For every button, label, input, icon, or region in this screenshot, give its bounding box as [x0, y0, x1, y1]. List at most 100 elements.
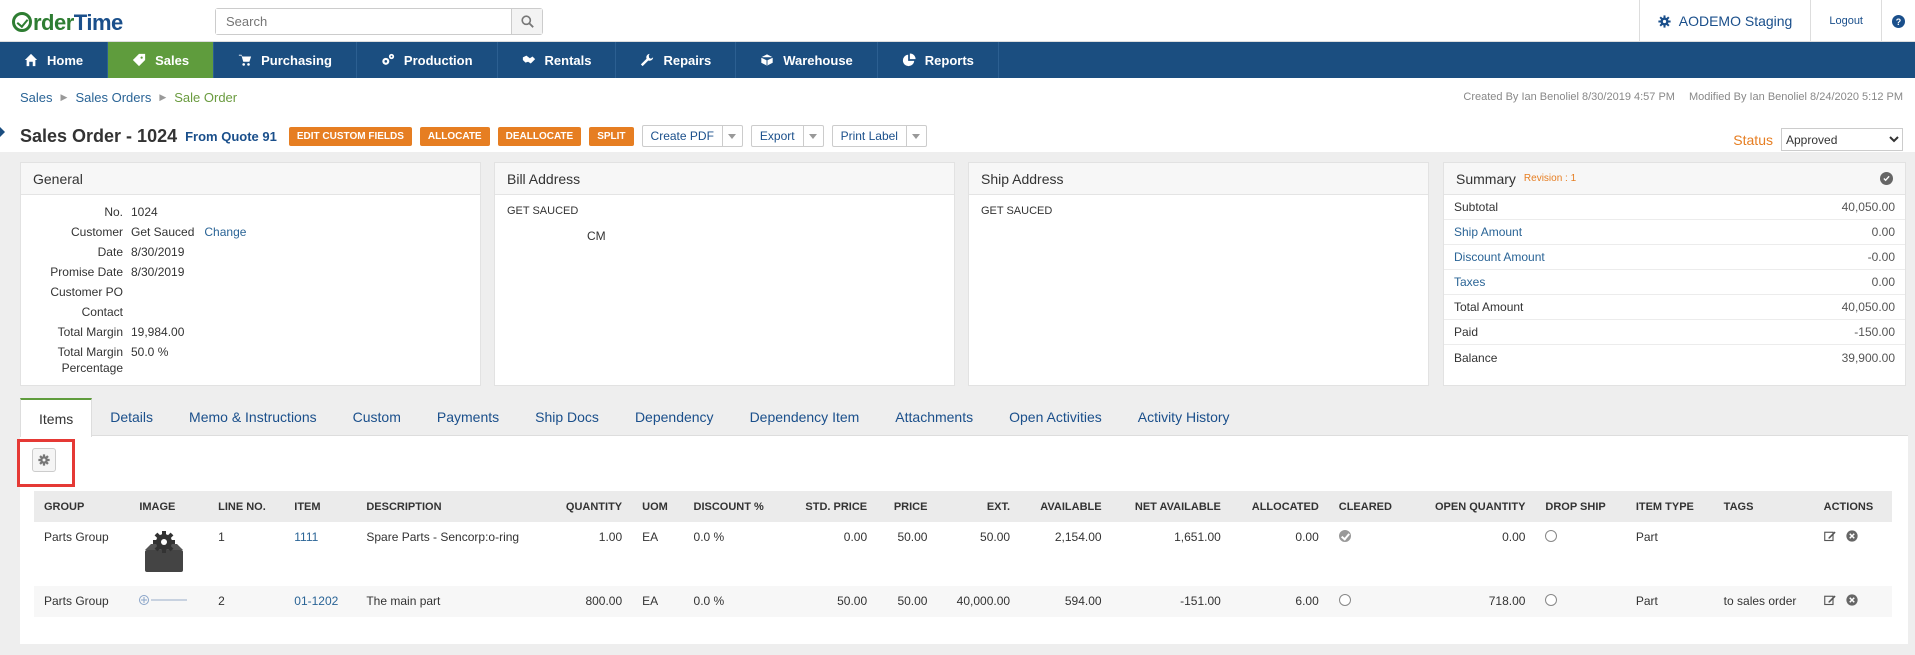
- logout-link[interactable]: Logout: [1810, 0, 1881, 42]
- pie-chart-icon: [902, 53, 916, 67]
- breadcrumb-current: Sale Order: [174, 90, 238, 105]
- nav-rentals[interactable]: Rentals: [498, 42, 617, 78]
- nav-reports[interactable]: Reports: [878, 42, 999, 78]
- nav-production[interactable]: Production: [357, 42, 498, 78]
- change-customer-link[interactable]: Change: [204, 222, 246, 242]
- tab-dependency-item[interactable]: Dependency Item: [732, 398, 878, 436]
- breadcrumb-separator-icon: ▶: [60, 92, 68, 102]
- edit-custom-fields-button[interactable]: EDIT CUSTOM FIELDS: [288, 126, 412, 146]
- breadcrumb-sales[interactable]: Sales: [20, 90, 53, 105]
- search-input[interactable]: [216, 9, 511, 34]
- col-cleared[interactable]: CLEARED: [1328, 491, 1412, 522]
- col-group[interactable]: GROUP: [34, 491, 130, 522]
- col-net-available[interactable]: NET AVAILABLE: [1111, 491, 1231, 522]
- item-link[interactable]: 01-1202: [294, 594, 338, 608]
- summary-taxes: Taxes 0.00: [1444, 270, 1905, 295]
- gear-icon: [1658, 14, 1671, 28]
- tab-memo[interactable]: Memo & Instructions: [171, 398, 335, 436]
- col-drop-ship[interactable]: DROP SHIP: [1535, 491, 1626, 522]
- col-tags[interactable]: TAGS: [1713, 491, 1814, 522]
- nav-warehouse[interactable]: Warehouse: [736, 42, 878, 78]
- main-nav: Home Sales Purchasing Production Rentals…: [0, 42, 1915, 78]
- ship-address-panel: Ship Address GET SAUCED: [968, 162, 1429, 386]
- chevron-down-icon[interactable]: [905, 126, 926, 146]
- general-row-date: Date 8/30/2019: [97, 245, 185, 259]
- print-label-button[interactable]: Print Label: [831, 125, 927, 147]
- tab-details[interactable]: Details: [92, 398, 171, 436]
- col-image[interactable]: IMAGE: [129, 491, 209, 522]
- breadcrumb-sales-orders[interactable]: Sales Orders: [75, 90, 151, 105]
- highlight-box: [17, 439, 75, 487]
- create-pdf-button[interactable]: Create PDF: [641, 125, 743, 147]
- wrench-icon: [641, 53, 654, 67]
- panel-toggle-icon[interactable]: [0, 127, 5, 137]
- drop-ship-radio[interactable]: [1545, 594, 1558, 606]
- delete-icon[interactable]: [1846, 530, 1858, 542]
- tab-bar: Items Details Memo & Instructions Custom…: [20, 398, 1908, 437]
- col-open-quantity[interactable]: OPEN QUANTITY: [1411, 491, 1536, 522]
- col-description[interactable]: DESCRIPTION: [356, 491, 547, 522]
- table-row[interactable]: Parts Group 2 01-1202 The main part 800.…: [34, 586, 1892, 617]
- company-selector[interactable]: AODEMO Staging: [1638, 0, 1811, 42]
- general-row-customer: Customer Get Sauced Change: [21, 222, 480, 242]
- tab-attachments[interactable]: Attachments: [877, 398, 991, 436]
- tab-items[interactable]: Items: [20, 398, 93, 437]
- status-control: Status Approved: [1733, 128, 1903, 151]
- col-discount[interactable]: DISCOUNT %: [683, 491, 786, 522]
- discount-amount-link[interactable]: Discount Amount: [1454, 250, 1545, 264]
- deallocate-button[interactable]: DEALLOCATE: [497, 126, 582, 146]
- col-line-no[interactable]: LINE NO.: [208, 491, 285, 522]
- created-by: Created By Ian Benoliel 8/30/2019 4:57 P…: [1463, 91, 1675, 103]
- nav-repairs[interactable]: Repairs: [616, 42, 737, 78]
- ship-amount-link[interactable]: Ship Amount: [1454, 225, 1522, 239]
- general-row-margin: Total Margin 19,984.00: [57, 325, 185, 339]
- nav-sales[interactable]: Sales: [108, 42, 215, 78]
- nav-home[interactable]: Home: [0, 42, 109, 78]
- drop-ship-radio[interactable]: [1545, 530, 1558, 542]
- chevron-down-icon[interactable]: [802, 126, 823, 146]
- ordertime-logo[interactable]: rderTime: [12, 10, 123, 36]
- tab-open-activities[interactable]: Open Activities: [991, 398, 1120, 436]
- item-link[interactable]: 1111: [294, 530, 318, 544]
- summary-heading: Summary Revision : 1: [1444, 163, 1905, 195]
- export-button[interactable]: Export: [750, 125, 824, 147]
- general-row-contact: Contact: [81, 305, 123, 319]
- edit-icon[interactable]: [1823, 530, 1836, 542]
- customer-link[interactable]: Get Sauced: [131, 222, 194, 242]
- tag-icon: [133, 53, 146, 67]
- delete-icon[interactable]: [1846, 594, 1858, 606]
- edit-icon[interactable]: [1823, 594, 1836, 606]
- col-std-price[interactable]: STD. PRICE: [785, 491, 878, 522]
- taxes-link[interactable]: Taxes: [1454, 275, 1485, 289]
- check-circle-icon[interactable]: [1880, 172, 1893, 185]
- table-header-row: GROUP IMAGE LINE NO. ITEM DESCRIPTION QU…: [34, 491, 1892, 522]
- box-icon: [760, 53, 774, 67]
- col-ext[interactable]: EXT.: [937, 491, 1021, 522]
- tab-activity-history[interactable]: Activity History: [1120, 398, 1248, 436]
- col-item[interactable]: ITEM: [284, 491, 357, 522]
- nav-purchasing[interactable]: Purchasing: [214, 42, 357, 78]
- from-quote-link[interactable]: From Quote 91: [185, 129, 277, 144]
- ship-address-heading: Ship Address: [969, 163, 1428, 195]
- col-uom[interactable]: UOM: [632, 491, 684, 522]
- col-quantity[interactable]: QUANTITY: [546, 491, 633, 522]
- cleared-checked-icon[interactable]: [1338, 530, 1351, 542]
- tab-payments[interactable]: Payments: [419, 398, 517, 436]
- help-button[interactable]: ?: [1881, 0, 1915, 42]
- search-button[interactable]: [511, 9, 542, 34]
- col-available[interactable]: AVAILABLE: [1020, 491, 1112, 522]
- chevron-down-icon[interactable]: [721, 126, 742, 146]
- tab-ship-docs[interactable]: Ship Docs: [517, 398, 617, 436]
- col-allocated[interactable]: ALLOCATED: [1230, 491, 1329, 522]
- allocate-button[interactable]: ALLOCATE: [419, 126, 490, 146]
- tab-custom[interactable]: Custom: [335, 398, 419, 436]
- col-item-type[interactable]: ITEM TYPE: [1625, 491, 1714, 522]
- col-actions[interactable]: ACTIONS: [1813, 491, 1892, 522]
- box-gear-image-icon: [145, 531, 184, 572]
- tab-dependency[interactable]: Dependency: [617, 398, 732, 436]
- col-price[interactable]: PRICE: [877, 491, 938, 522]
- cleared-radio[interactable]: [1338, 594, 1351, 606]
- status-select[interactable]: Approved: [1781, 128, 1903, 151]
- split-button[interactable]: SPLIT: [589, 126, 634, 146]
- table-row[interactable]: Parts Group 1 1111 Spare Parts - Sencorp…: [34, 522, 1892, 586]
